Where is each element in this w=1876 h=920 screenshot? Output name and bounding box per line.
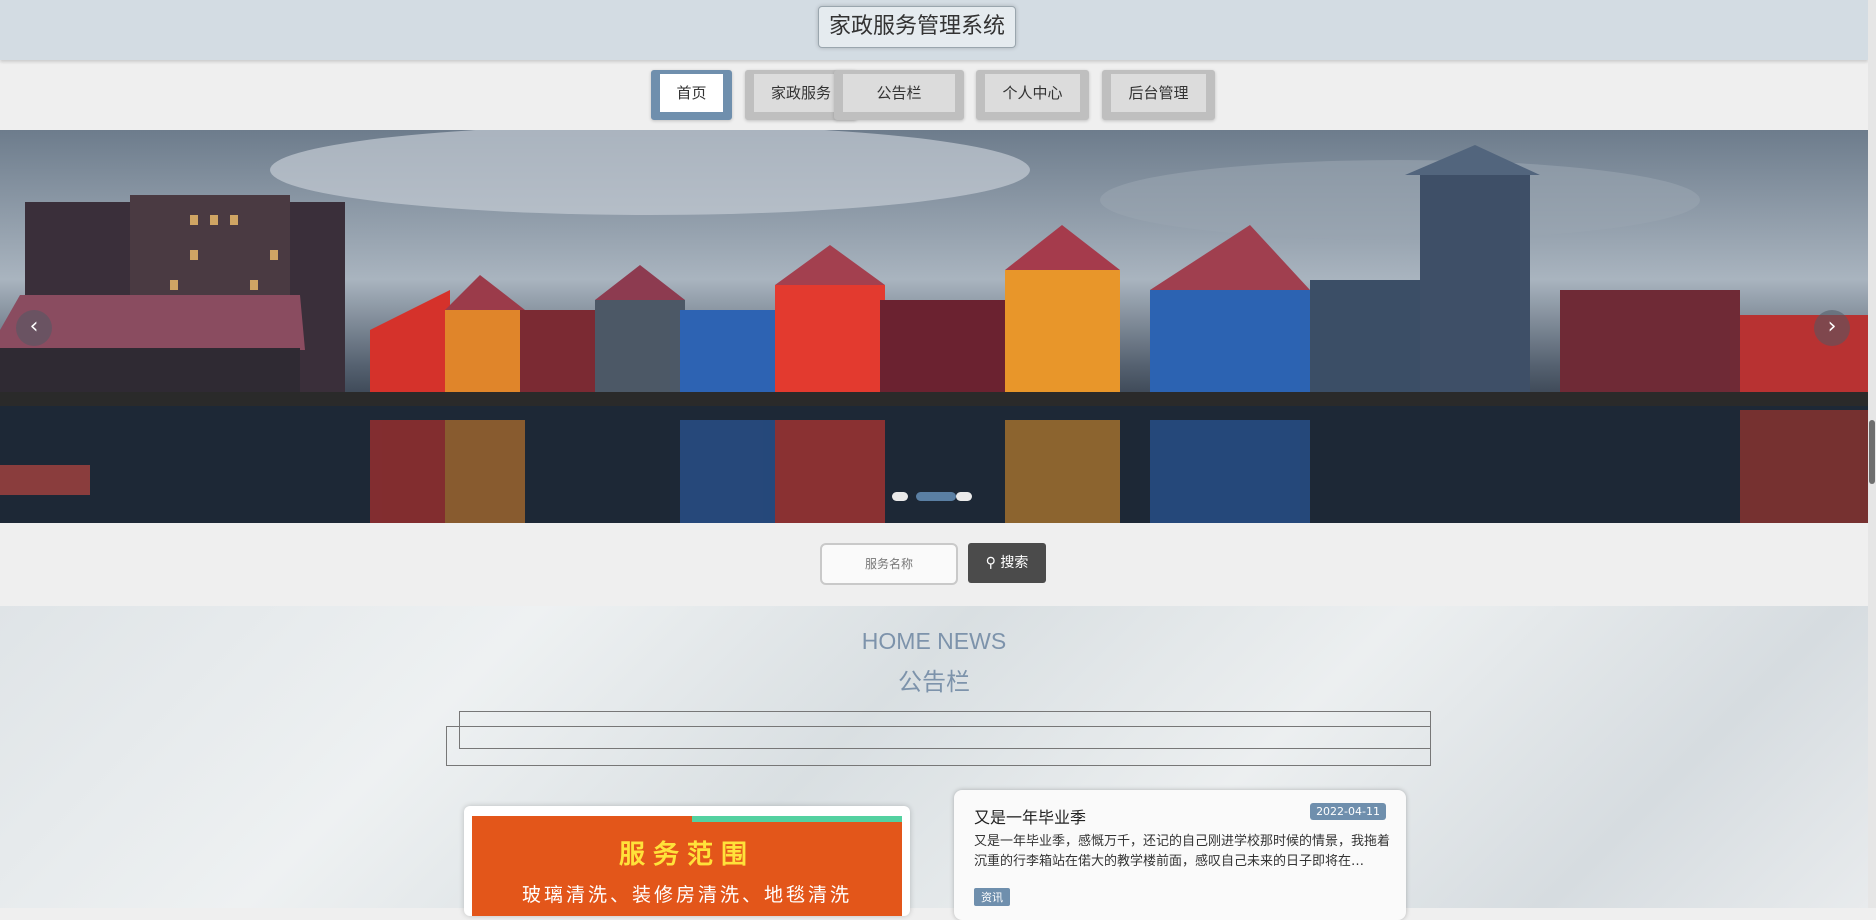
header-bar: 家政服务管理系统 (0, 0, 1868, 60)
scrollbar[interactable] (1868, 0, 1876, 908)
carousel-dot-1[interactable] (892, 492, 908, 501)
search-button[interactable]: ⚲ 搜索 (968, 543, 1046, 583)
main-nav: 首页 家政服务 公告栏 个人中心 后台管理 (0, 70, 1868, 120)
news-heading-en: HOME NEWS (861, 628, 1007, 654)
news-section: HOME NEWS 公告栏 (0, 606, 1868, 908)
promo-card[interactable]: 服务范围 玻璃清洗、装修房清洗、地毯清洗 (464, 806, 910, 916)
nav-item-bulletin[interactable]: 公告栏 (834, 70, 964, 120)
scrollbar-thumb[interactable] (1869, 420, 1875, 484)
nav-item-profile[interactable]: 个人中心 (976, 70, 1089, 120)
news-item-title[interactable]: 又是一年毕业季 (974, 804, 1086, 828)
promo-line: 玻璃清洗、装修房清洗、地毯清洗 (521, 884, 852, 906)
carousel-slide-image (0, 130, 1868, 523)
site-title: 家政服务管理系统 (818, 6, 1017, 48)
carousel-prev-button[interactable]: ‹ (16, 310, 52, 346)
search-button-label: 搜索 (1000, 555, 1029, 571)
promo-title: 服务范围 (618, 840, 755, 870)
search-icon: ⚲ (985, 555, 996, 571)
hero-carousel[interactable] (0, 130, 1868, 523)
nav-item-admin[interactable]: 后台管理 (1102, 70, 1215, 120)
chevron-left-icon: ‹ (29, 314, 39, 339)
carousel-dot-3[interactable] (956, 492, 972, 501)
search-input[interactable] (820, 543, 958, 585)
news-heading-cn: 公告栏 (898, 668, 970, 696)
carousel-dot-2[interactable] (916, 492, 956, 501)
news-item-date: 2022-04-11 (1310, 803, 1386, 820)
promo-stripe (692, 816, 902, 822)
search-bar: ⚲ 搜索 (820, 543, 1046, 585)
news-item-tag: 资讯 (974, 888, 1010, 906)
chevron-right-icon: › (1827, 314, 1837, 339)
promo-image: 服务范围 玻璃清洗、装修房清洗、地毯清洗 (472, 816, 902, 916)
news-card[interactable]: 又是一年毕业季 2022-04-11 又是一年毕业季，感慨万千，还记的自己刚进学… (954, 790, 1406, 920)
carousel-next-button[interactable]: › (1814, 310, 1850, 346)
nav-item-home[interactable]: 首页 (651, 70, 732, 120)
news-frame-inner (446, 726, 1431, 766)
news-item-description: 又是一年毕业季，感慨万千，还记的自己刚进学校那时候的情景，我拖着沉重的行李箱站在… (974, 834, 1391, 869)
